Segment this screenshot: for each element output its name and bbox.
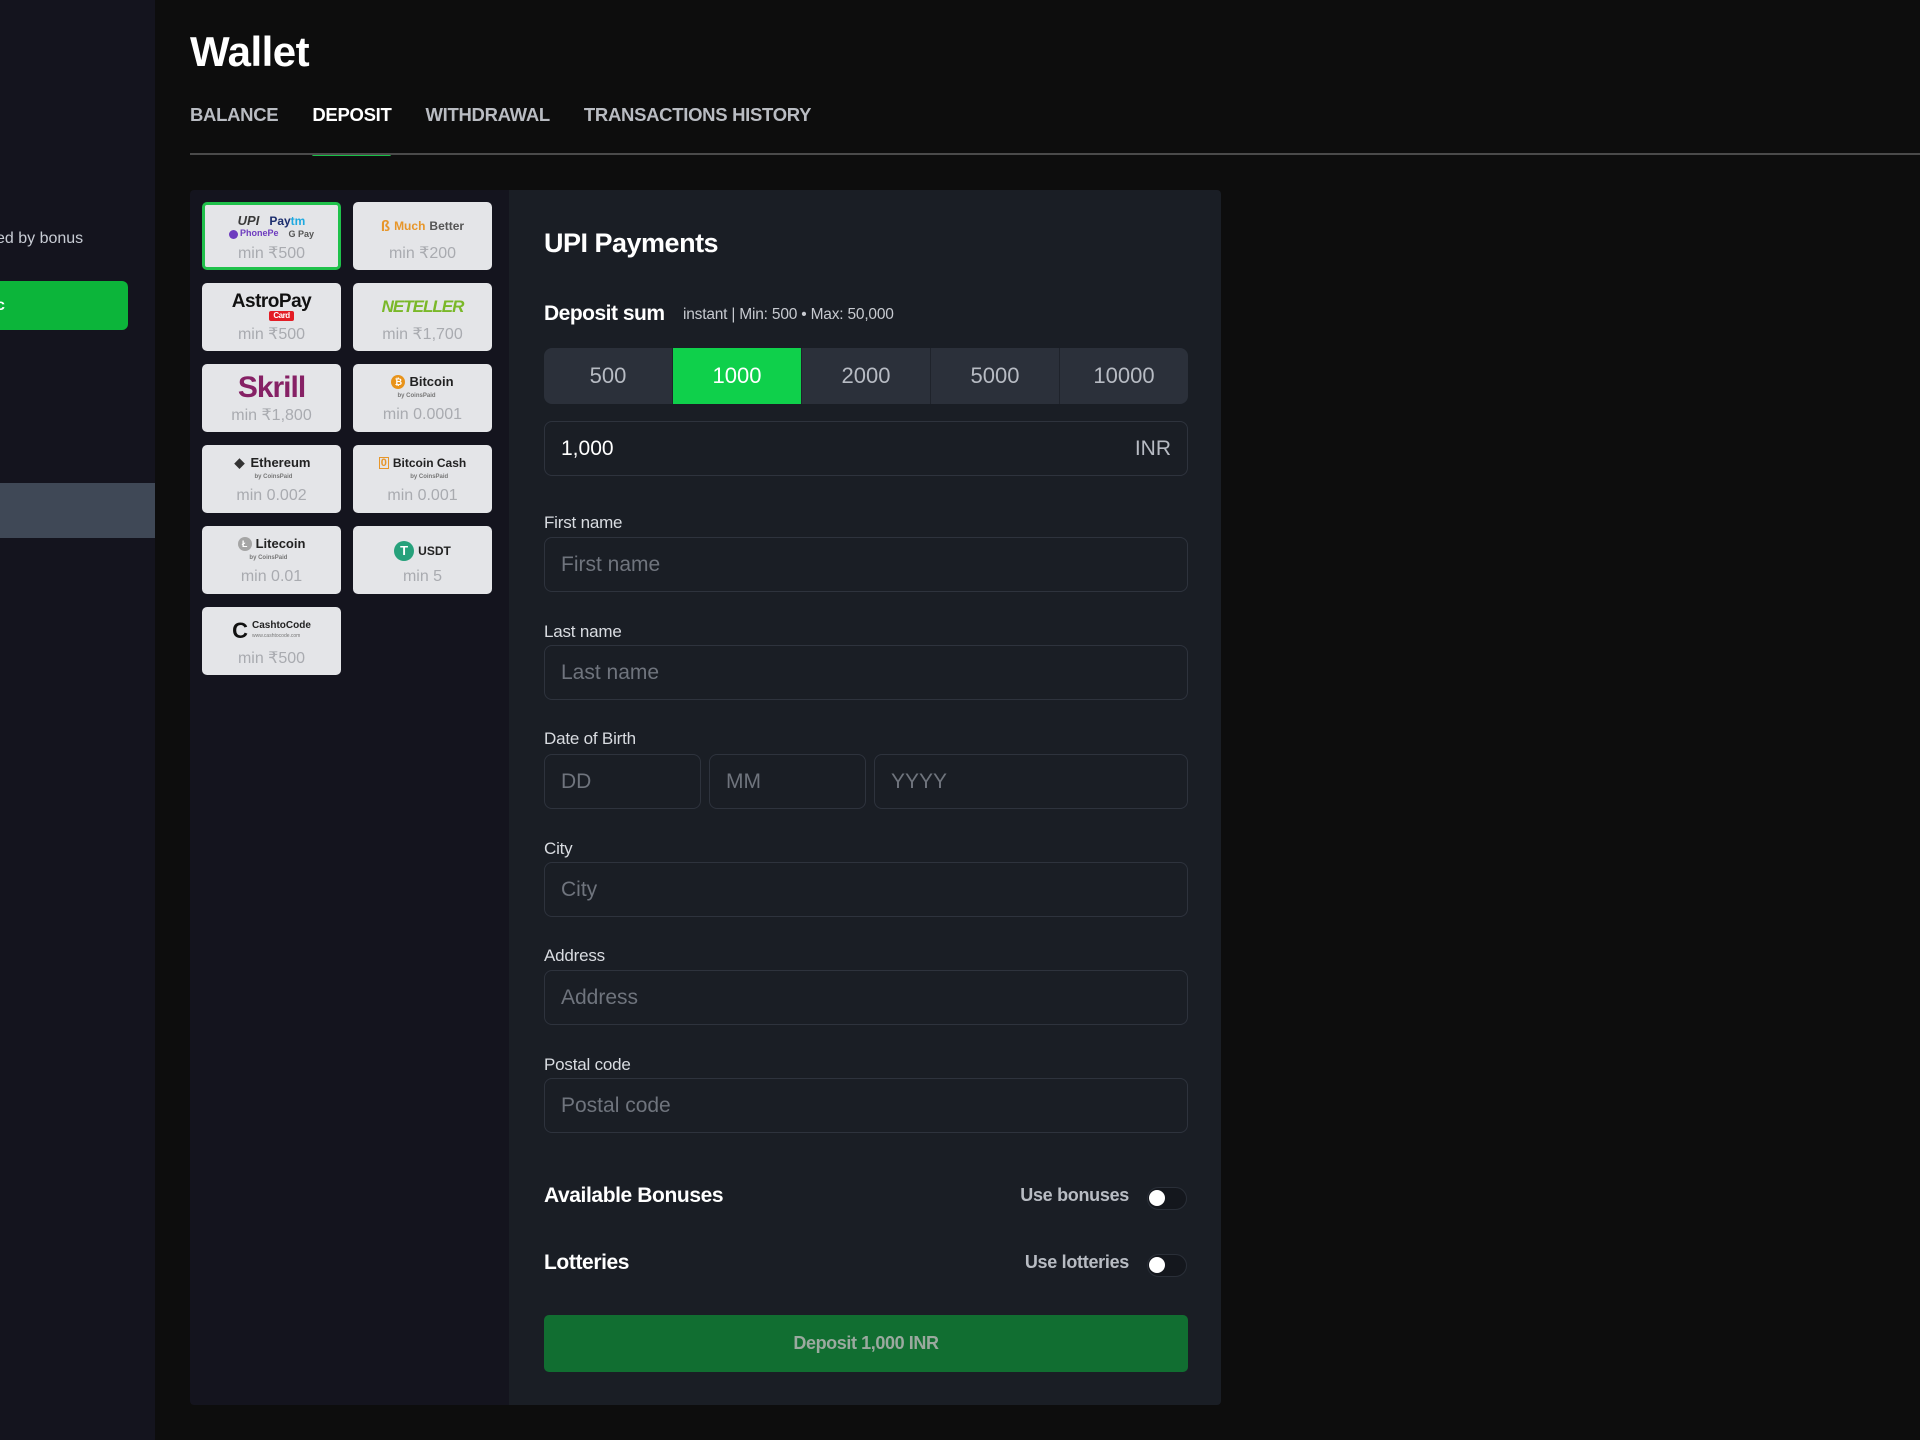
method-min-amount: min ₹1,700 <box>382 326 463 343</box>
tab-transactions-history[interactable]: TRANSACTIONS HISTORY <box>584 104 812 154</box>
method-min-amount: min ₹500 <box>237 650 306 667</box>
usdt-logo-icon: T USDT <box>394 534 451 568</box>
address-field <box>544 970 1188 1025</box>
litecoin-coin-icon: Ł <box>237 537 252 551</box>
deposit-panel: UPI Paytm PhonePe G Pay min ₹500 ß Much Be… <box>190 190 1221 1405</box>
toggle-knob <box>1149 1257 1165 1273</box>
deposit-submit-button[interactable]: Deposit 1,000 INR <box>544 1315 1188 1372</box>
phonepe-logo-text: PhonePe <box>228 228 279 239</box>
sidebar-item-active[interactable] <box>0 483 155 538</box>
bitcoin-cash-logo-icon: 0 Bitcoin Cash by CoinsPaid <box>378 456 467 480</box>
toggle-knob <box>1149 1190 1165 1206</box>
sidebar-bonus-text: ked by bonus <box>0 230 84 247</box>
payment-method-neteller[interactable]: NETELLER min ₹1,700 <box>353 283 492 351</box>
last-name-input[interactable] <box>561 660 1171 685</box>
form-title: UPI Payments <box>544 228 719 258</box>
amount-option-1000[interactable]: 1000 <box>672 348 801 404</box>
method-min-amount: min ₹500 <box>237 245 306 262</box>
astropay-logo-icon: AstroPay Card <box>231 291 312 321</box>
upi-logo-text: UPI <box>237 213 260 229</box>
method-min-amount: min ₹200 <box>388 245 457 262</box>
lotteries-title: Lotteries <box>544 1251 630 1274</box>
ethereum-logo-icon: ◆ Ethereum by CoinsPaid <box>234 455 311 481</box>
page-title: Wallet <box>190 28 310 75</box>
last-name-label: Last name <box>544 622 622 641</box>
first-name-field <box>544 537 1188 592</box>
bitcoin-logo-icon: ₿ Bitcoin by CoinsPaid <box>391 372 454 406</box>
amount-option-2000[interactable]: 2000 <box>801 348 930 404</box>
dob-month-input[interactable] <box>726 769 849 794</box>
payment-method-astropay[interactable]: AstroPay Card min ₹500 <box>202 283 341 351</box>
dob-year-field <box>874 754 1188 809</box>
dob-day-input[interactable] <box>561 769 684 794</box>
city-input[interactable] <box>561 877 1171 902</box>
available-bonuses-title: Available Bonuses <box>544 1184 724 1207</box>
ethereum-coin-icon: ◆ <box>234 455 245 470</box>
amount-input[interactable] <box>561 436 1135 461</box>
postal-code-input[interactable] <box>561 1093 1171 1118</box>
dob-month-field <box>709 754 866 809</box>
upi-logo-icon: UPI Paytm PhonePe G Pay <box>228 209 315 243</box>
amount-option-500[interactable]: 500 <box>544 348 672 404</box>
dob-label: Date of Birth <box>544 729 636 748</box>
postal-code-label: Postal code <box>544 1055 631 1074</box>
bitcoin-coin-icon: ₿ <box>391 375 406 389</box>
payment-methods-list: UPI Paytm PhonePe G Pay min ₹500 ß Much Be… <box>190 190 509 1405</box>
use-lotteries-label: Use lotteries <box>1024 1252 1129 1272</box>
first-name-label: First name <box>544 513 623 532</box>
method-min-amount: min ₹1,800 <box>231 407 312 424</box>
deposit-sum-hint: instant | Min: 500 • Max: 50,000 <box>683 306 894 323</box>
address-input[interactable] <box>561 985 1171 1010</box>
amount-option-10000[interactable]: 10000 <box>1059 348 1188 404</box>
method-min-amount: min 0.001 <box>387 487 458 504</box>
tab-deposit[interactable]: DEPOSIT <box>312 104 392 156</box>
city-field <box>544 862 1188 917</box>
city-label: City <box>544 839 573 858</box>
payment-method-bitcoin[interactable]: ₿ Bitcoin by CoinsPaid min 0.0001 <box>353 364 492 432</box>
payment-method-muchbetter[interactable]: ß Much Better min ₹200 <box>353 202 492 270</box>
wallet-tabs: BALANCE DEPOSIT WITHDRAWAL TRANSACTIONS … <box>190 104 845 156</box>
last-name-field <box>544 645 1188 700</box>
tabs-divider <box>190 153 1920 155</box>
method-min-amount: min 0.0001 <box>382 406 463 423</box>
amount-option-5000[interactable]: 5000 <box>930 348 1059 404</box>
dob-day-field <box>544 754 701 809</box>
use-lotteries-toggle[interactable] <box>1147 1254 1187 1277</box>
payment-method-ethereum[interactable]: ◆ Ethereum by CoinsPaid min 0.002 <box>202 445 341 513</box>
muchbetter-logo-icon: ß Much Better <box>380 217 465 235</box>
payment-method-bitcoin-cash[interactable]: 0 Bitcoin Cash by CoinsPaid min 0.001 <box>353 445 492 513</box>
address-label: Address <box>544 946 605 965</box>
sidebar: ked by bonus c <box>0 0 155 1440</box>
paytm-logo-text: Paytm <box>269 213 306 228</box>
payment-method-upi[interactable]: UPI Paytm PhonePe G Pay min ₹500 <box>202 202 341 270</box>
neteller-logo-icon: NETELLER <box>381 297 465 316</box>
deposit-sum-label: Deposit sum <box>544 302 665 325</box>
litecoin-logo-icon: Ł Litecoin by CoinsPaid <box>237 534 305 568</box>
method-min-amount: min 0.01 <box>240 568 303 585</box>
cashtocode-logo-icon: C CashtoCode www.cashtocode.com <box>232 618 311 643</box>
use-bonuses-label: Use bonuses <box>1020 1185 1129 1205</box>
method-min-amount: min ₹500 <box>237 326 306 343</box>
bitcoin-cash-coin-icon: 0 <box>378 457 389 469</box>
method-min-amount: min 0.002 <box>236 487 307 504</box>
payment-method-skrill[interactable]: Skrill min ₹1,800 <box>202 364 341 432</box>
payment-method-usdt[interactable]: T USDT min 5 <box>353 526 492 594</box>
payment-method-litecoin[interactable]: Ł Litecoin by CoinsPaid min 0.01 <box>202 526 341 594</box>
skrill-logo-icon: Skrill <box>237 371 306 404</box>
tether-coin-icon: T <box>394 541 415 561</box>
tab-withdrawal[interactable]: WITHDRAWAL <box>425 104 550 154</box>
currency-label: INR <box>1134 436 1171 460</box>
amount-field: INR <box>544 421 1188 476</box>
deposit-form: UPI Payments Deposit sum instant | Min: … <box>509 190 1221 1405</box>
payment-method-cashtocode[interactable]: C CashtoCode www.cashtocode.com min ₹500 <box>202 607 341 675</box>
tab-balance[interactable]: BALANCE <box>190 104 279 154</box>
sidebar-action-button[interactable]: c <box>0 281 128 330</box>
postal-code-field <box>544 1078 1188 1133</box>
dob-year-input[interactable] <box>891 769 1171 794</box>
amount-presets: 500 1000 2000 5000 10000 <box>544 348 1188 404</box>
first-name-input[interactable] <box>561 552 1171 577</box>
method-min-amount: min 5 <box>402 568 443 585</box>
use-bonuses-toggle[interactable] <box>1147 1187 1187 1210</box>
gpay-logo-text: G Pay <box>288 228 315 239</box>
